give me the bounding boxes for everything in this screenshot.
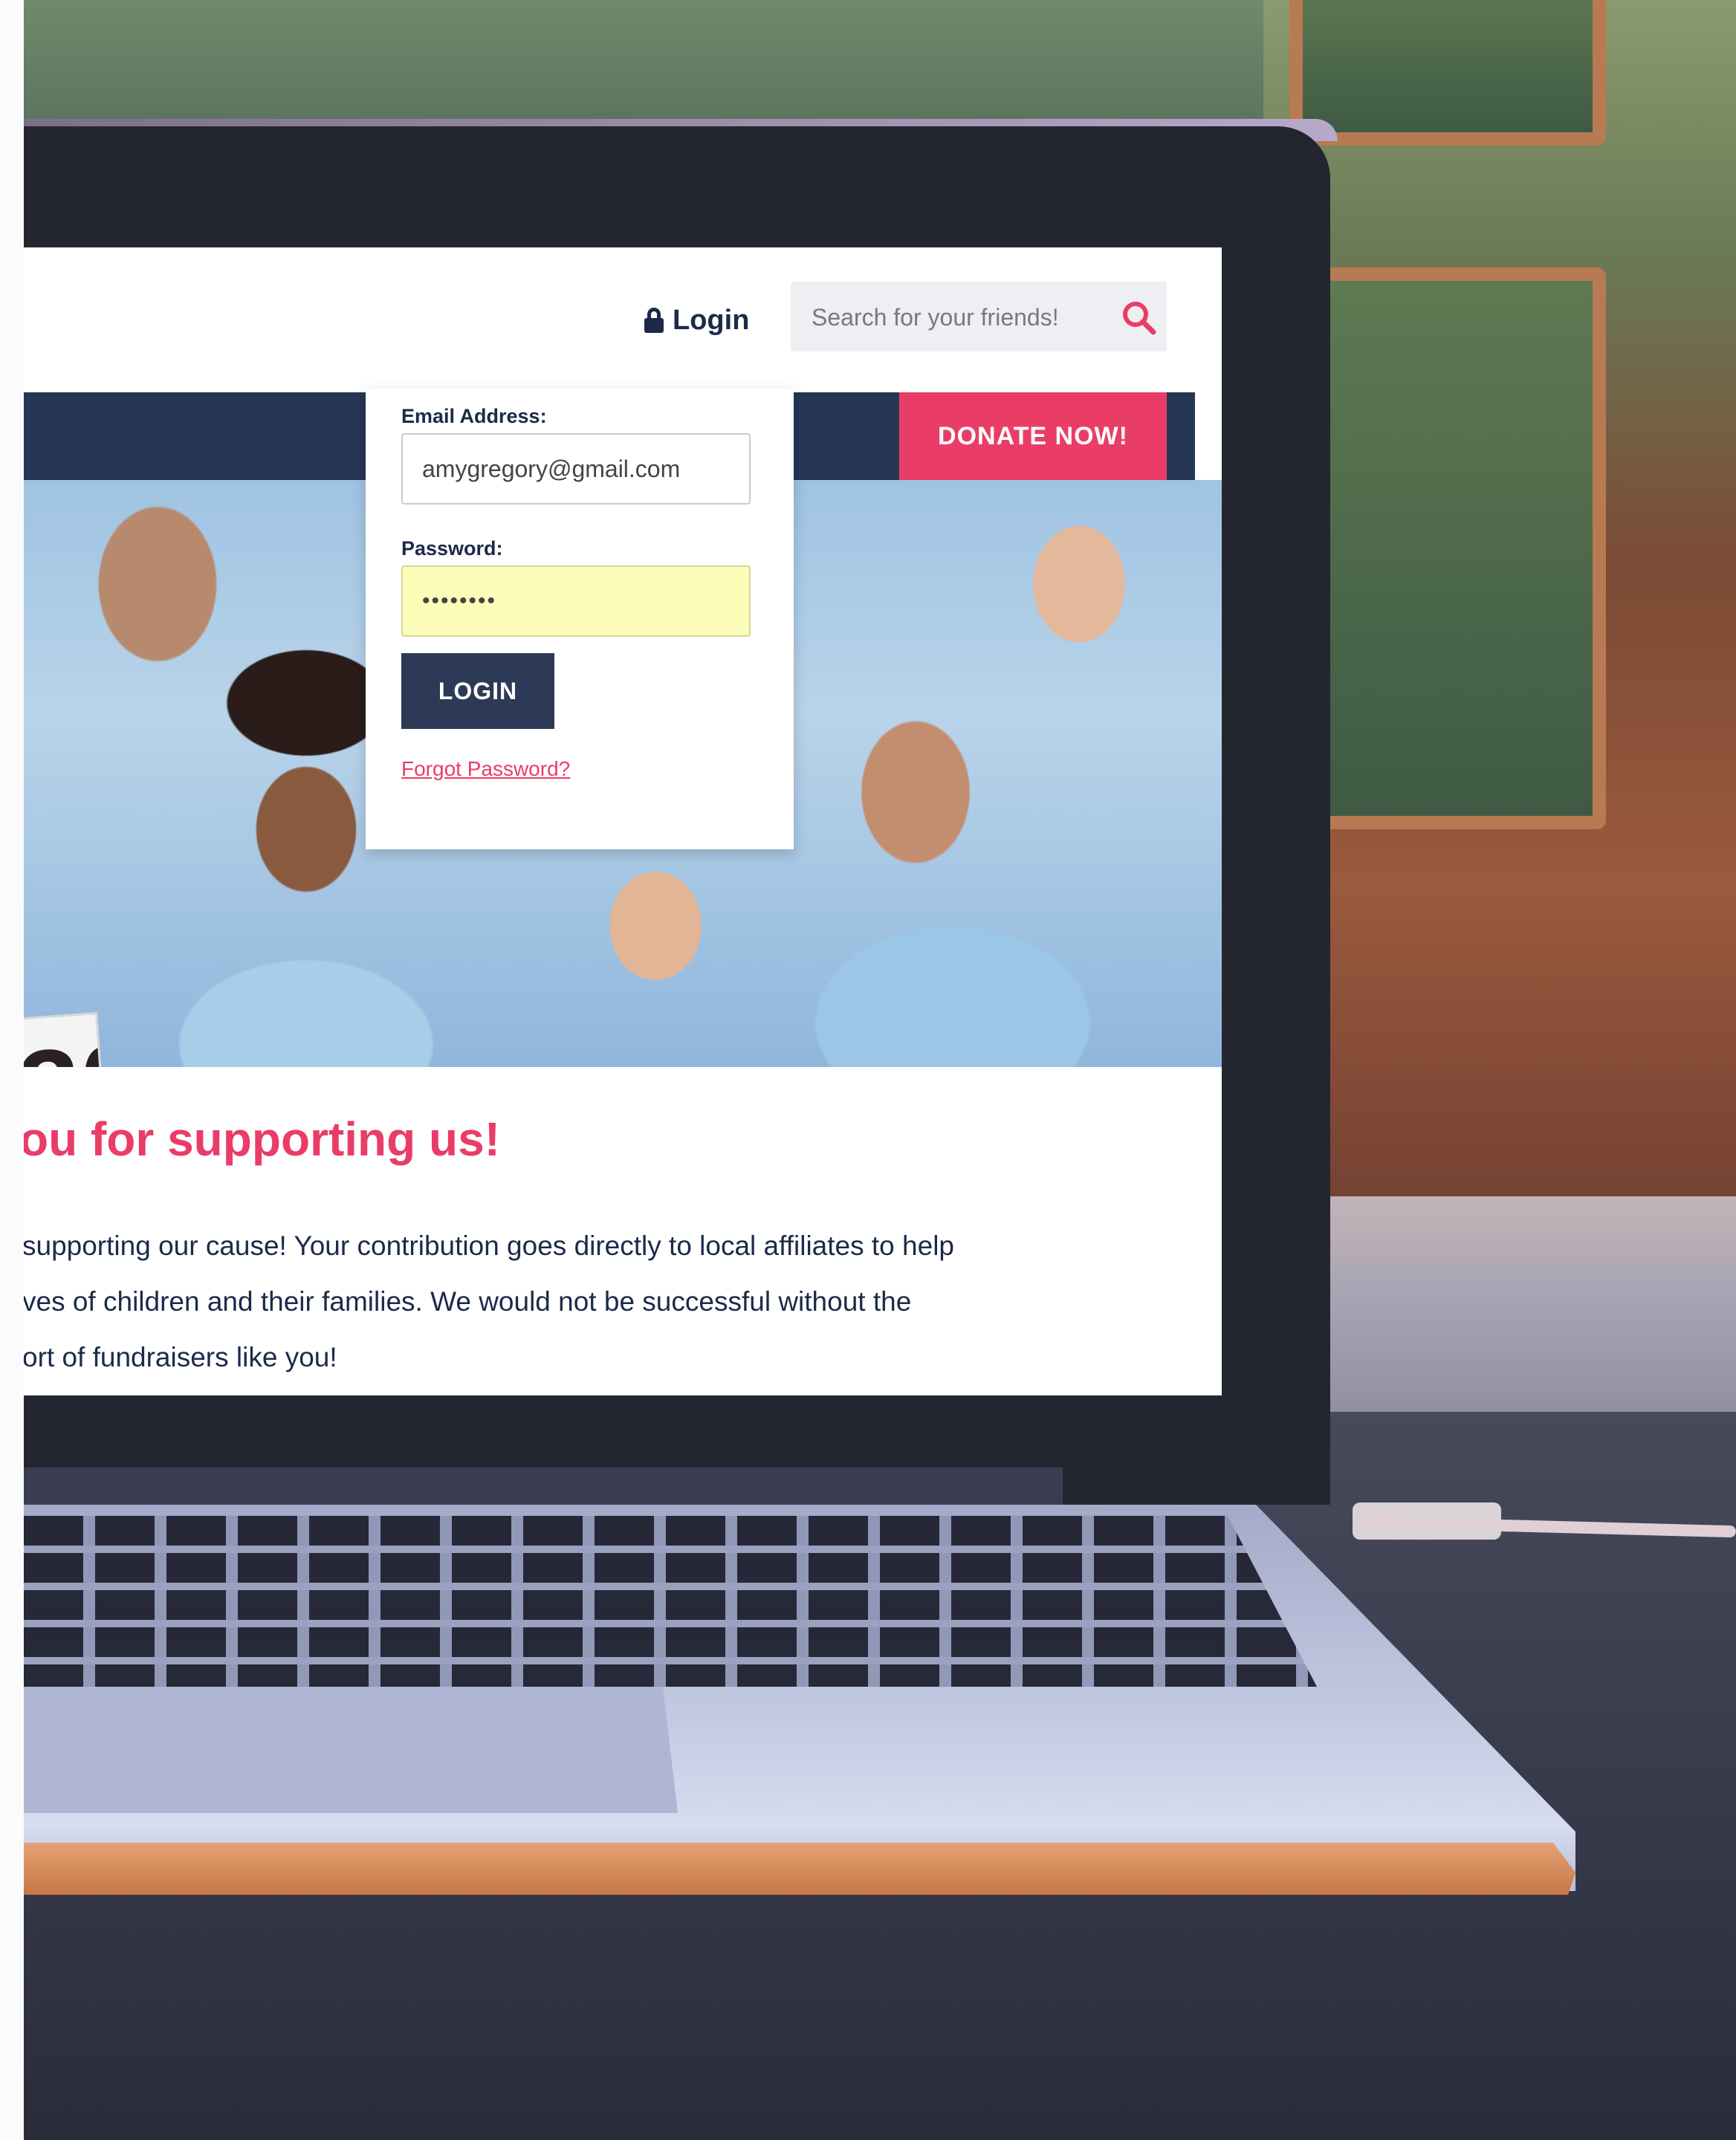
laptop-base-rim (0, 1843, 1575, 1895)
laptop-keyboard (24, 1516, 1317, 1687)
laptop-hinge (0, 1468, 1063, 1505)
password-label: Password: (401, 537, 503, 560)
page-heading: ou for supporting us! (24, 1112, 500, 1166)
photo-scene: Login DONATE NOW! 30 454 Email Address: … (0, 0, 1736, 2140)
window-pane (1289, 268, 1606, 829)
forgot-password-link[interactable]: Forgot Password? (401, 757, 570, 781)
nav-bar-edge (1172, 392, 1195, 480)
search-box (791, 282, 1167, 351)
thank-you-section: ou for supporting us! supporting our cau… (24, 1067, 1222, 1395)
login-button[interactable]: LOGIN (401, 653, 554, 729)
background-light (1323, 1196, 1736, 1419)
password-field[interactable] (401, 565, 751, 637)
email-label: Email Address: (401, 405, 547, 427)
email-field[interactable] (401, 433, 751, 505)
login-link[interactable]: Login (644, 298, 749, 343)
lock-icon (644, 308, 664, 333)
paragraph-line: supporting our cause! Your contribution … (24, 1230, 954, 1261)
paragraph-line: ort of fundraisers like you! (24, 1342, 337, 1372)
donate-now-button[interactable]: DONATE NOW! (899, 392, 1167, 480)
paragraph-line: ves of children and their families. We w… (24, 1286, 912, 1317)
login-link-label: Login (673, 304, 750, 336)
login-dropdown: Email Address: Password: LOGIN Forgot Pa… (366, 389, 794, 849)
website-screen: Login DONATE NOW! 30 454 Email Address: … (24, 247, 1222, 1395)
site-header: Login (24, 247, 1195, 389)
search-input[interactable] (810, 296, 1103, 338)
left-border (0, 0, 24, 2140)
window-pane (1289, 0, 1606, 146)
search-icon[interactable] (1121, 299, 1156, 335)
laptop-trackpad (24, 1687, 678, 1813)
